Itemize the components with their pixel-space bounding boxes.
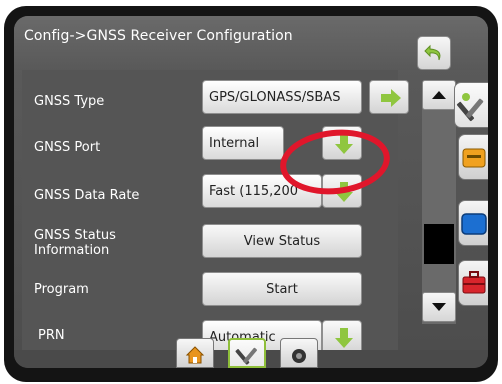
green-arrow-right-icon xyxy=(381,89,401,107)
triangle-up-icon xyxy=(432,91,446,99)
header-bar: Config->GNSS Receiver Configuration xyxy=(14,16,488,70)
display-icon xyxy=(461,213,487,235)
screen: Config->GNSS Receiver Configuration GNSS… xyxy=(14,16,488,368)
home-icon xyxy=(185,346,205,364)
back-button[interactable] xyxy=(417,36,451,70)
green-arrow-down-icon xyxy=(335,328,353,348)
tools-icon xyxy=(235,347,257,365)
bottom-tab-tools[interactable] xyxy=(228,338,266,368)
gnss-status-label-line2: Information xyxy=(34,243,110,258)
gnss-type-field[interactable]: GPS/GLONASS/SBAS xyxy=(202,80,362,114)
program-label: Program xyxy=(34,282,89,297)
prn-label: PRN xyxy=(38,328,65,343)
green-arrow-down-icon xyxy=(335,182,353,202)
toolbox-icon xyxy=(462,271,486,294)
gnss-type-label: GNSS Type xyxy=(34,94,105,109)
gnss-data-rate-label: GNSS Data Rate xyxy=(34,188,140,203)
prn-dropdown-button[interactable] xyxy=(322,320,362,354)
gnss-status-label: GNSS Status Information xyxy=(34,228,116,258)
green-arrow-down-icon xyxy=(335,134,353,154)
bottom-tab-camera[interactable] xyxy=(280,338,318,368)
page-title: Config->GNSS Receiver Configuration xyxy=(24,28,293,44)
triangle-down-icon xyxy=(432,303,446,311)
scroll-up-button[interactable] xyxy=(422,80,456,110)
gnss-status-label-line1: GNSS Status xyxy=(34,228,116,243)
undo-arrow-icon xyxy=(424,44,441,61)
camera-icon xyxy=(292,349,306,363)
side-tab-tools[interactable] xyxy=(454,82,488,128)
scrollbar-track[interactable] xyxy=(422,84,456,324)
view-status-button[interactable]: View Status xyxy=(202,224,362,258)
gnss-data-rate-field[interactable]: Fast (115,200 xyxy=(202,174,322,208)
device-frame: Config->GNSS Receiver Configuration GNSS… xyxy=(4,6,498,382)
program-start-button[interactable]: Start xyxy=(202,272,362,306)
scroll-down-button[interactable] xyxy=(422,292,456,322)
scrollbar-thumb[interactable] xyxy=(424,224,454,264)
gnss-type-next-button[interactable] xyxy=(369,80,409,114)
side-tab-console[interactable] xyxy=(458,134,488,180)
tools-icon xyxy=(456,93,484,122)
gnss-port-field[interactable]: Internal xyxy=(202,126,284,160)
console-icon xyxy=(462,148,486,168)
gnss-data-rate-dropdown-button[interactable] xyxy=(322,174,362,208)
gnss-port-dropdown-button[interactable] xyxy=(322,126,362,160)
side-tab-toolbox[interactable] xyxy=(458,260,488,306)
side-tab-display[interactable] xyxy=(458,200,488,246)
gnss-port-label: GNSS Port xyxy=(34,140,101,155)
bottom-tab-home[interactable] xyxy=(176,338,214,368)
